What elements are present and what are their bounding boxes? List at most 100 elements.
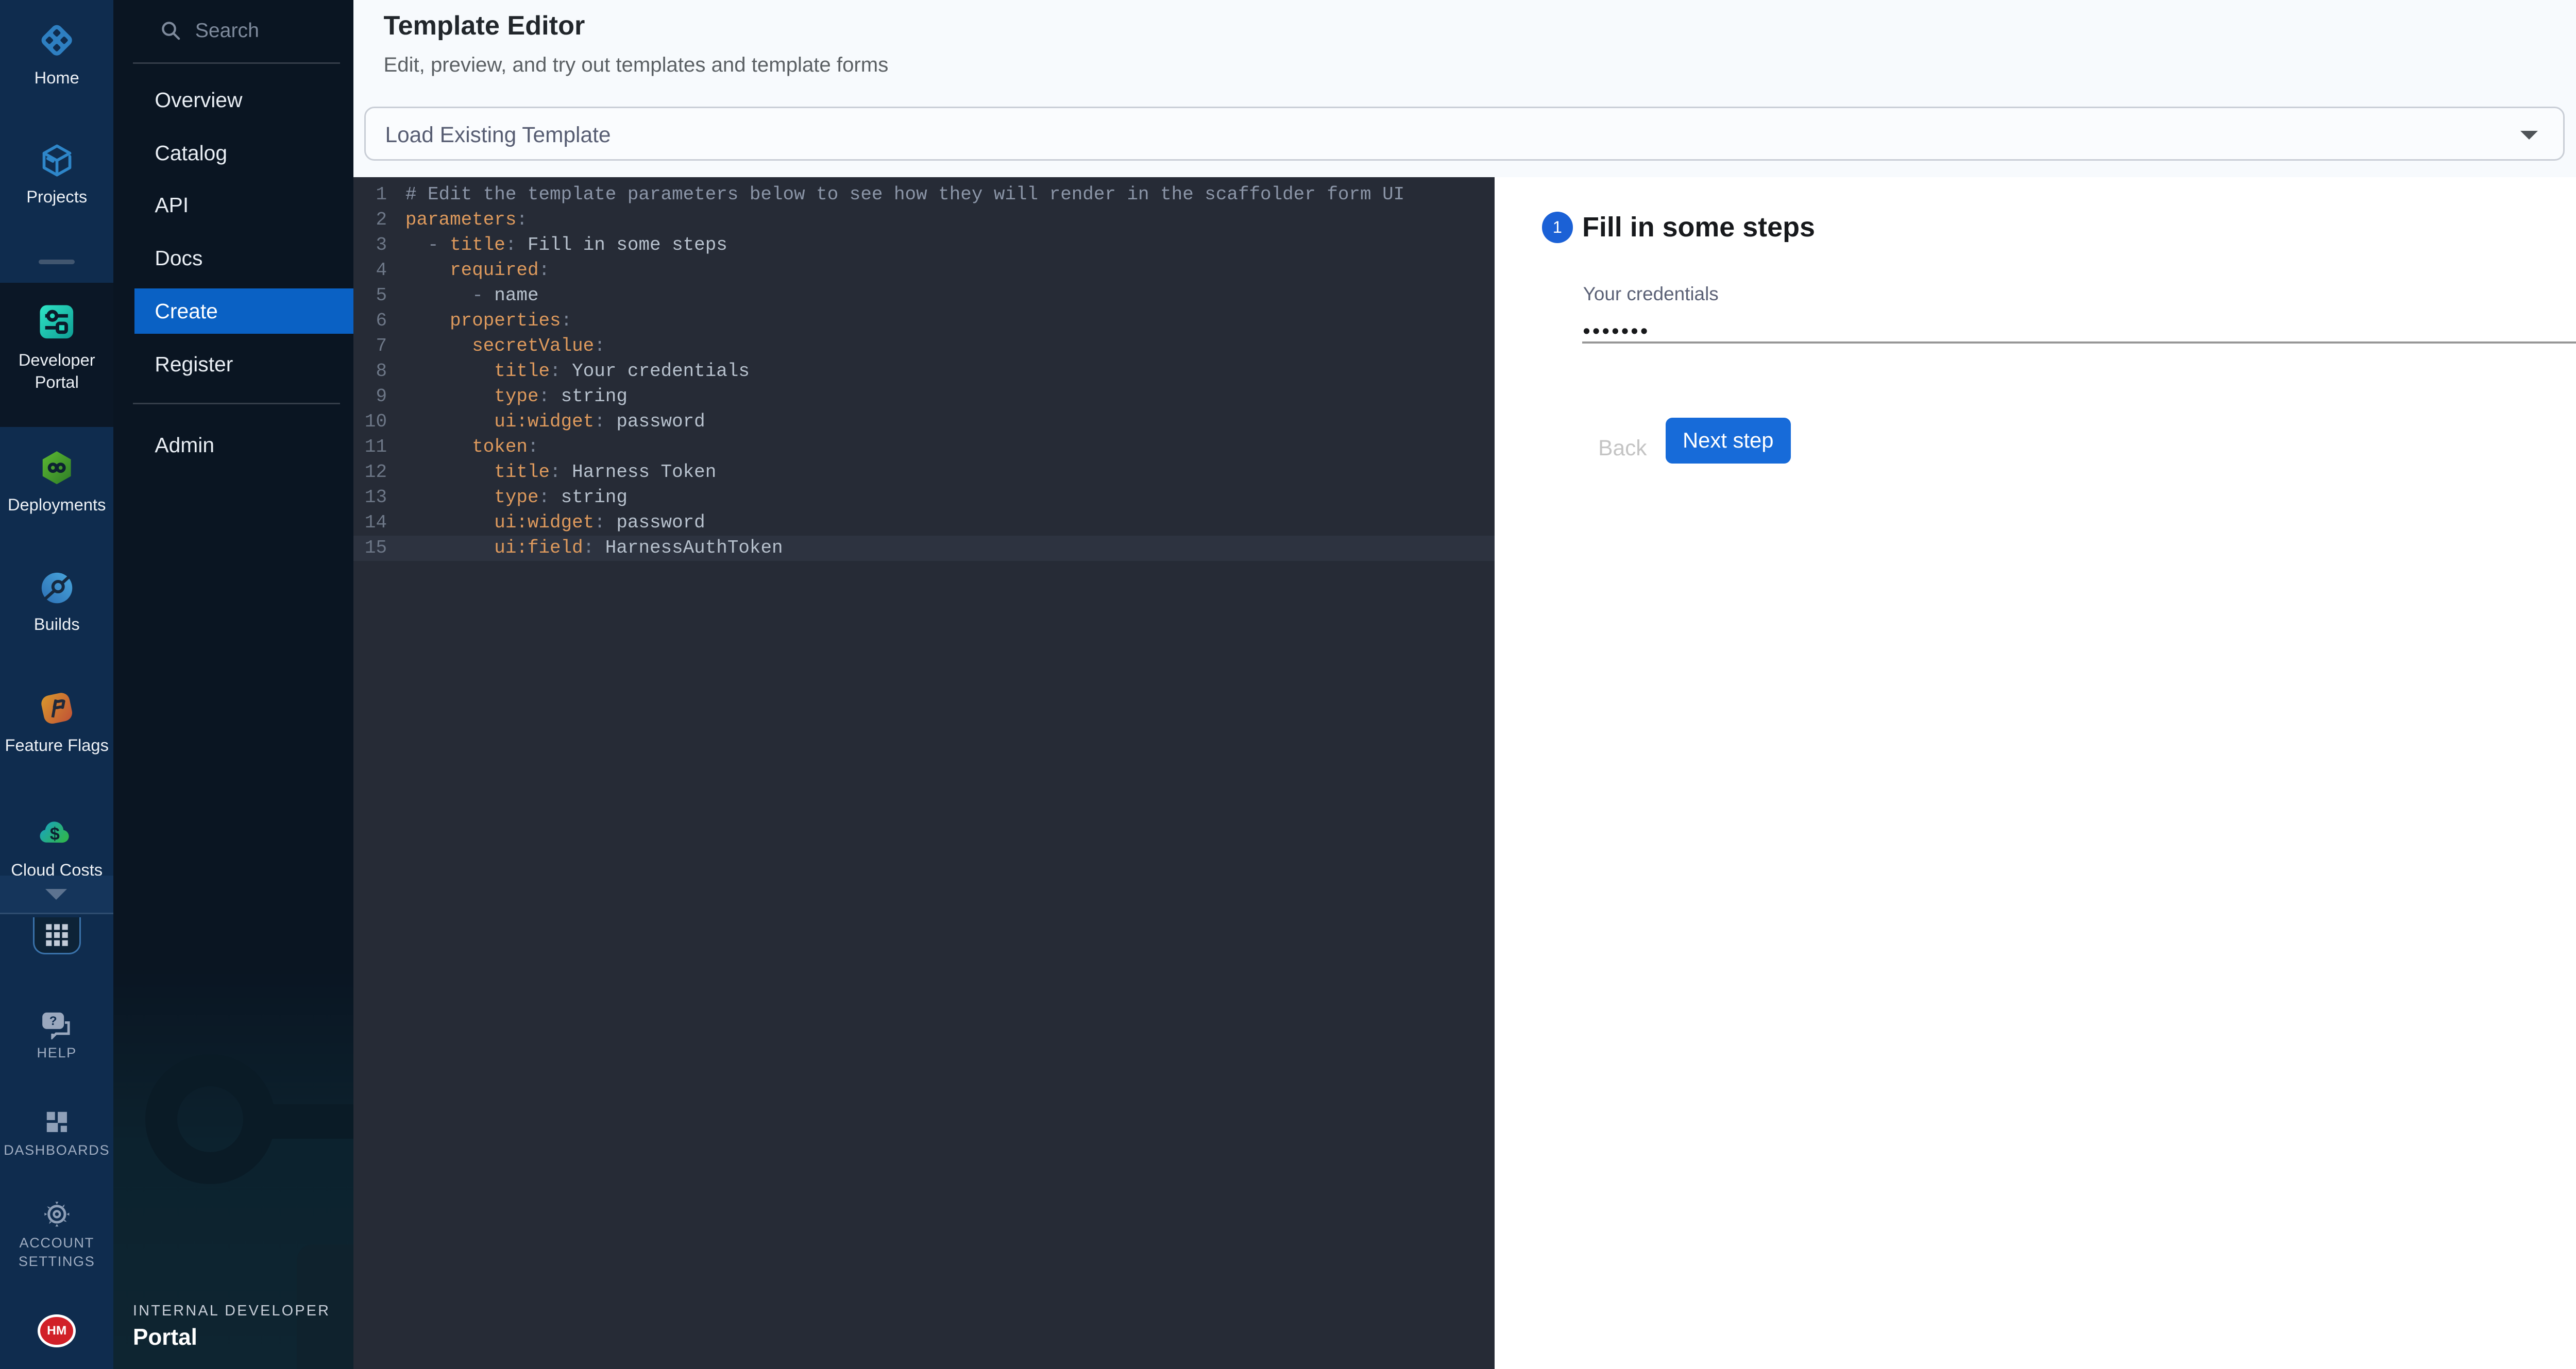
line-number: 9 — [353, 384, 387, 409]
credentials-field-label: Your credentials — [1583, 283, 1719, 305]
rail-item-home[interactable]: Home — [0, 20, 113, 88]
chevron-down-icon — [45, 889, 67, 900]
code-text: secretValue: — [405, 334, 605, 359]
code-line[interactable]: 14 ui:widget: password — [353, 510, 1495, 536]
rail-item-feature-flags[interactable]: Feature Flags — [0, 688, 113, 756]
user-avatar[interactable]: HM — [38, 1314, 75, 1347]
next-step-button[interactable]: Next step — [1666, 418, 1791, 463]
code-text: type: string — [405, 384, 628, 409]
sidebar: Search Overview Catalog API Docs Create … — [113, 0, 353, 1369]
line-number: 2 — [353, 208, 387, 233]
code-line[interactable]: 4 required: — [353, 258, 1495, 283]
load-template-dropdown[interactable]: Load Existing Template — [364, 107, 2565, 160]
page-subtitle: Edit, preview, and try out templates and… — [383, 53, 888, 77]
rail-item-dashboards[interactable]: DASHBOARDS — [0, 1107, 113, 1159]
svg-text:?: ? — [49, 1014, 57, 1028]
decorative-bar — [265, 1104, 353, 1139]
help-icon: ? — [39, 1011, 75, 1039]
rail-divider — [39, 260, 75, 264]
rail-item-label: Developer — [0, 350, 113, 370]
rail-item-developer-portal[interactable]: Developer Portal — [0, 301, 113, 391]
rail-item-label: ACCOUNT — [0, 1235, 113, 1252]
app-root: Search Overview Catalog API Docs Create … — [0, 0, 2576, 1369]
rail-item-builds[interactable]: Builds — [0, 569, 113, 634]
grid-icon — [44, 922, 70, 948]
sidebar-item-catalog[interactable]: Catalog — [113, 130, 353, 176]
search-input[interactable]: Search — [113, 0, 353, 62]
code-text: ui:field: HarnessAuthToken — [405, 536, 783, 561]
code-line[interactable]: 11 token: — [353, 435, 1495, 460]
page-title: Template Editor — [383, 10, 585, 41]
deployments-icon — [37, 448, 77, 488]
line-number: 4 — [353, 258, 387, 283]
sidebar-footer-kicker: INTERNAL DEVELOPER — [133, 1303, 330, 1320]
rail-item-label: HELP — [0, 1045, 113, 1062]
rail-item-label: Portal — [0, 372, 113, 392]
code-line[interactable]: 12 title: Harness Token — [353, 460, 1495, 485]
rail-item-account-settings[interactable]: ACCOUNT SETTINGS — [0, 1199, 113, 1270]
code-text: type: string — [405, 485, 628, 510]
line-number: 14 — [353, 510, 387, 536]
rail-item-help[interactable]: ? HELP — [0, 1011, 113, 1061]
back-button[interactable]: Back — [1584, 425, 1661, 471]
code-line[interactable]: 15 ui:field: HarnessAuthToken — [353, 536, 1495, 561]
line-number: 3 — [353, 233, 387, 258]
module-picker-button[interactable] — [33, 917, 81, 954]
code-line[interactable]: 2 parameters: — [353, 208, 1495, 233]
yaml-code-editor[interactable]: 1# Edit the template parameters below to… — [353, 177, 1495, 1368]
developer-portal-icon — [36, 301, 78, 343]
rail-item-label: Builds — [0, 614, 113, 634]
nav-rail: Home Projects — [0, 0, 113, 1369]
code-line[interactable]: 13 type: string — [353, 485, 1495, 510]
dropdown-label: Load Existing Template — [385, 123, 611, 147]
decorative-ring — [145, 1054, 275, 1184]
gear-icon — [42, 1199, 72, 1229]
code-text: ui:widget: password — [405, 510, 705, 536]
sidebar-item-api[interactable]: API — [113, 182, 353, 228]
line-number: 12 — [353, 460, 387, 485]
line-number: 8 — [353, 359, 387, 384]
rail-item-cloud-costs[interactable]: $ Cloud Costs — [0, 812, 113, 880]
main-content: Template Editor Edit, preview, and try o… — [353, 0, 2576, 1369]
code-line[interactable]: 6 properties: — [353, 309, 1495, 334]
code-text: - name — [405, 283, 539, 309]
rail-item-label: Projects — [0, 186, 113, 207]
sidebar-item-register[interactable]: Register — [113, 341, 353, 387]
code-text: parameters: — [405, 208, 528, 233]
builds-icon — [38, 569, 76, 607]
sidebar-item-admin[interactable]: Admin — [113, 422, 353, 468]
code-line[interactable]: 1# Edit the template parameters below to… — [353, 182, 1495, 208]
code-text: - title: Fill in some steps — [405, 233, 727, 258]
line-number: 15 — [353, 536, 387, 561]
code-line[interactable]: 7 secretValue: — [353, 334, 1495, 359]
rail-item-deployments[interactable]: Deployments — [0, 448, 113, 515]
template-form-panel: 1 Fill in some steps Your credentials ••… — [1495, 177, 2576, 1368]
sidebar-item-docs[interactable]: Docs — [113, 235, 353, 281]
code-line[interactable]: 8 title: Your credentials — [353, 359, 1495, 384]
credentials-password-input[interactable]: ••••••• — [1583, 320, 1650, 343]
sidebar-footer: INTERNAL DEVELOPER Portal — [133, 1303, 330, 1350]
svg-text:$: $ — [50, 825, 60, 844]
caret-down-icon — [2520, 131, 2538, 140]
line-number: 7 — [353, 334, 387, 359]
code-text: properties: — [405, 309, 572, 334]
rail-item-projects[interactable]: Projects — [0, 141, 113, 207]
sidebar-divider — [133, 62, 340, 64]
line-number: 10 — [353, 409, 387, 435]
search-icon — [160, 20, 181, 41]
code-line[interactable]: 5 - name — [353, 283, 1495, 309]
rail-item-label: DASHBOARDS — [0, 1142, 113, 1159]
code-line[interactable]: 3 - title: Fill in some steps — [353, 233, 1495, 258]
input-underline — [1582, 341, 2576, 344]
code-text: title: Harness Token — [405, 460, 716, 485]
rail-item-label: Feature Flags — [0, 735, 113, 755]
sidebar-footer-title: Portal — [133, 1325, 330, 1350]
sidebar-item-overview[interactable]: Overview — [113, 77, 353, 123]
code-line[interactable]: 9 type: string — [353, 384, 1495, 409]
code-line[interactable]: 10 ui:widget: password — [353, 409, 1495, 435]
code-text: required: — [405, 258, 550, 283]
line-number: 5 — [353, 283, 387, 309]
sidebar-item-create[interactable]: Create — [134, 288, 353, 334]
code-text: ui:widget: password — [405, 409, 705, 435]
line-number: 13 — [353, 485, 387, 510]
